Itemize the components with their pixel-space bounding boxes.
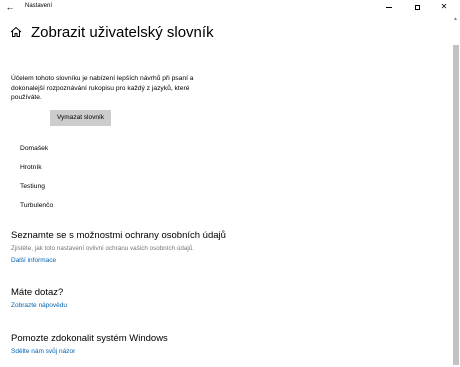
maximize-button[interactable] (404, 0, 430, 14)
dictionary-word: Testiung (20, 183, 45, 190)
close-button[interactable]: ✕ (431, 0, 457, 14)
home-icon[interactable] (10, 26, 22, 38)
back-arrow-icon[interactable]: ← (4, 1, 16, 13)
privacy-heading: Seznamte se s možnostmi ochrany osobních… (11, 230, 226, 241)
feedback-link[interactable]: Sdělte nám svůj názor (11, 347, 75, 356)
settings-window: ← Nastavení ✕ Zobrazit uživatelský slovn… (0, 0, 460, 367)
dictionary-word: Domašek (20, 145, 49, 152)
privacy-more-info-link[interactable]: Další informace (11, 256, 56, 265)
help-heading: Máte dotaz? (11, 287, 64, 298)
page-header: Zobrazit uživatelský slovník (0, 22, 440, 44)
close-icon: ✕ (440, 2, 448, 11)
scroll-up-icon[interactable]: ▲ (453, 16, 458, 22)
clear-dictionary-button[interactable]: Vymazat slovník (50, 110, 111, 126)
app-title: Nastavení (25, 3, 53, 9)
dictionary-word: Hrotník (20, 164, 42, 171)
vertical-scrollbar[interactable]: ▲ (452, 14, 460, 367)
get-help-link[interactable]: Zobrazte nápovědu (11, 301, 67, 310)
scrollbar-thumb[interactable] (453, 45, 459, 365)
maximize-icon (414, 4, 420, 10)
minimize-button[interactable] (376, 0, 402, 14)
privacy-subtext: Zjistěte, jak toto nastavení ovlivní och… (11, 245, 195, 252)
title-bar: ← Nastavení ✕ (0, 0, 460, 14)
feedback-heading: Pomozte zdokonalit systém Windows (11, 333, 168, 344)
page-title: Zobrazit uživatelský slovník (31, 24, 214, 41)
dictionary-description: Účelem tohoto slovníku je nabízení lepší… (11, 75, 194, 102)
minimize-icon (386, 6, 392, 8)
dictionary-word: Turbulenčo (20, 202, 54, 209)
